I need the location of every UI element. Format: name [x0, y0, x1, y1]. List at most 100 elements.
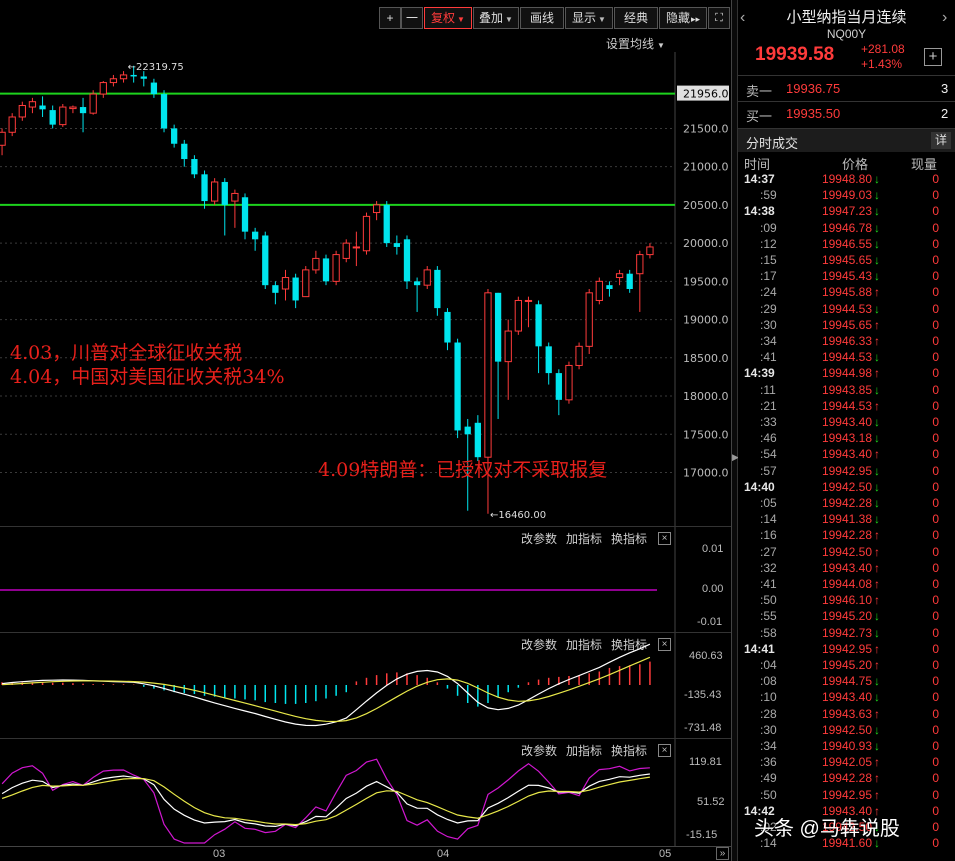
candle-body — [484, 292, 492, 458]
jingdian-button[interactable]: 经典 — [614, 7, 658, 29]
candle-body — [211, 181, 219, 202]
candle-body — [241, 197, 249, 232]
tick-price: 19942.28 — [821, 496, 872, 510]
tick-volume: 0 — [932, 236, 939, 251]
kdj-k-line — [1, 773, 650, 828]
arrow-down-icon: ↓ — [874, 269, 880, 284]
tick-price: 19943.40 — [821, 690, 872, 705]
chevron-down-icon: ▼ — [598, 15, 606, 24]
candle-body — [514, 299, 522, 332]
tick-volume: 0 — [932, 609, 939, 624]
price-change: +281.08 — [861, 42, 905, 56]
tick-time: :30 — [760, 317, 777, 332]
ticks-list[interactable]: 14:37 19948.80 ↓ 0:59 19949.03 ↓ 0 14:38 19947.2… — [738, 172, 955, 861]
candle-body — [221, 181, 228, 205]
chart-area[interactable]: + 一 复权 ▼ 叠加 ▼ 画线 显示 ▼ 经典 隐藏▸▸ ⛶ 设置均线 ▼ 21956… — [0, 0, 732, 861]
fuquan-dropdown[interactable]: 复权 ▼ — [424, 7, 472, 29]
tick-time: :08 — [760, 674, 777, 689]
arrow-up-icon: ↑ — [874, 658, 880, 672]
tick-volume: 0 — [932, 350, 939, 365]
tick-volume: 0 — [932, 334, 939, 348]
tick-price: 19943.85 — [821, 382, 872, 397]
yincang-button[interactable]: 隐藏▸▸ — [659, 7, 707, 29]
candle-body — [474, 422, 481, 458]
scroll-right-icon[interactable]: » — [716, 847, 729, 860]
zoom-out-button[interactable]: 一 — [401, 7, 423, 29]
tick-volume: 0 — [932, 803, 939, 818]
arrow-down-icon: ↓ — [874, 674, 880, 689]
candle-body — [575, 345, 583, 366]
set-ma-button[interactable]: 设置均线 ▼ — [606, 35, 665, 52]
tick-price: 19942.28 — [821, 528, 872, 543]
symbol-code: NQ00Y — [826, 27, 867, 41]
tick-price: 19942.50 — [821, 479, 872, 494]
indicator-chart-1 — [0, 527, 676, 633]
candle-body — [8, 116, 16, 133]
tick-volume: 0 — [932, 253, 939, 267]
arrow-down-icon: ↓ — [874, 350, 880, 365]
candle-body — [615, 273, 624, 279]
y-tick-label: 20500.0 — [683, 199, 729, 212]
tick-volume: 0 — [932, 593, 939, 608]
diejia-dropdown[interactable]: 叠加 ▼ — [473, 7, 519, 29]
tick-time: 14:41 — [744, 641, 775, 656]
tick-time: :57 — [760, 463, 777, 478]
tick-volume: 0 — [932, 512, 939, 527]
ticks-header: 分时成交 详 — [738, 128, 955, 152]
annotation-note-3: 4.09特朗普：已授权对不采取报复 — [318, 459, 608, 481]
arrow-down-icon: ↓ — [874, 188, 880, 203]
candle-body — [49, 110, 56, 125]
col-price: 价格 — [842, 157, 869, 172]
arrow-up-icon: ↑ — [874, 447, 880, 462]
tick-price: 19943.40 — [821, 447, 872, 462]
tick-price: 19945.43 — [821, 269, 872, 284]
arrow-down-icon: ↓ — [874, 253, 880, 267]
arrow-up-icon: ↑ — [874, 528, 880, 543]
quote-panel: ‹ › 小型纳指当月连续 NQ00Y 19939.58 +281.08 +1.4… — [738, 0, 955, 861]
fullscreen-button[interactable]: ⛶ — [708, 7, 730, 29]
tick-time: :30 — [760, 722, 777, 737]
bid-price: 19935.50 — [786, 106, 841, 121]
xianshi-dropdown[interactable]: 显示 ▼ — [565, 7, 613, 29]
candle-body — [494, 292, 502, 362]
tick-price: 19943.63 — [821, 706, 872, 721]
macd-dif-line — [2, 643, 651, 727]
tick-time: :59 — [760, 188, 777, 203]
y-tick-label: 19000.0 — [683, 314, 729, 327]
ask-label: 卖一 — [746, 84, 773, 99]
tick-row: :04 19945.20 ↑ 0 — [738, 658, 955, 674]
diejia-label: 叠加 — [479, 11, 504, 25]
arrow-down-icon: ↓ — [874, 301, 880, 316]
axis-label: 0.00 — [702, 583, 724, 595]
arrow-down-icon: ↓ — [874, 236, 880, 251]
add-watchlist-button[interactable]: + — [924, 48, 942, 66]
tick-time: :12 — [760, 236, 777, 251]
indicator-panel-1: 改参数 加指标 换指标 × 0.01 0.00 -0.01 — [0, 526, 731, 633]
tick-price: 19946.10 — [821, 593, 872, 608]
zoom-in-button[interactable]: + — [379, 7, 401, 29]
fuquan-label: 复权 — [431, 11, 456, 25]
tick-volume: 0 — [932, 431, 939, 446]
last-price: 19939.58 — [755, 44, 835, 65]
tick-time: :50 — [760, 593, 777, 608]
tick-time: :36 — [760, 755, 777, 770]
y-tick-label: 21000.0 — [683, 161, 729, 174]
tick-price: 19945.88 — [821, 285, 872, 300]
tick-volume: 0 — [932, 722, 939, 737]
arrow-down-icon: ↓ — [874, 512, 880, 527]
candle-body — [39, 105, 46, 110]
tick-price: 19944.98 — [821, 366, 872, 381]
candle-body — [595, 280, 603, 301]
divider — [738, 101, 955, 102]
candle-body — [18, 105, 26, 118]
tick-time: :33 — [760, 415, 777, 429]
tick-row: :41 19944.08 ↑ 0 — [738, 577, 955, 593]
tick-row: :10 19943.40 ↓ 0 — [738, 690, 955, 706]
candle-body — [119, 74, 128, 80]
tick-row: :33 19943.40 ↓ 0 — [738, 415, 955, 431]
huaxian-button[interactable]: 画线 — [520, 7, 564, 29]
candle-body — [464, 426, 471, 435]
ticks-detail-button[interactable]: 详 — [931, 132, 951, 149]
arrow-down-icon: ↓ — [874, 625, 880, 640]
tick-price: 19942.28 — [821, 771, 872, 786]
